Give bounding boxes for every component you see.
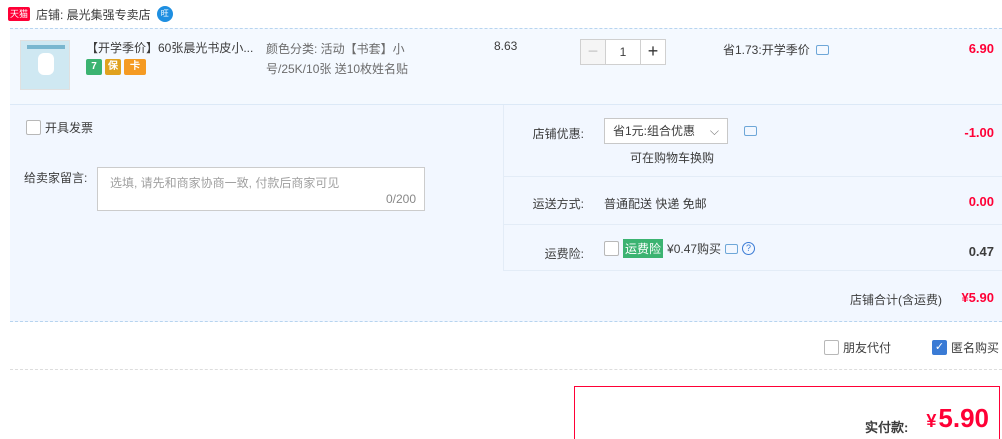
shop-discount-note[interactable]: 可在购物车换购 <box>630 149 714 166</box>
insurance-tag: 运费险 <box>623 239 664 258</box>
quantity-increase-button[interactable]: + <box>640 39 666 65</box>
service-icons: 7 保 卡 <box>86 59 146 75</box>
tmall-badge: 天猫 <box>8 7 31 21</box>
thumbnail-bunny-graphic <box>38 53 54 75</box>
seven-day-return-icon[interactable]: 7 <box>86 59 102 75</box>
shop-total-label: 店铺合计(含运费) <box>850 293 942 307</box>
thumbnail-band <box>27 45 65 49</box>
shipping-value: 0.00 <box>968 194 994 209</box>
sku-description: 颜色分类: 活动【书套】小号/25K/10张 送10枚姓名贴 <box>266 42 409 76</box>
item-subtotal: 6.90 <box>968 41 994 56</box>
order-left-pane: 开具发票 给卖家留言: 选填, 请先和商家协商一致, 付款后商家可见 0/200 <box>10 105 504 271</box>
quantity-stepper: − 1 + <box>580 39 666 65</box>
wangwang-chat-icon[interactable]: 旺 <box>156 6 173 22</box>
payment-summary: 实付款: ¥5.90 <box>574 386 1000 439</box>
insurance-value: 0.47 <box>968 244 994 259</box>
insurance-option[interactable]: 运费险 ¥0.47购买 ? <box>604 239 756 258</box>
payment-currency: ¥ <box>926 411 937 431</box>
unit-price: 8.63 <box>494 39 518 53</box>
shop-total-value: ¥5.90 <box>961 290 994 305</box>
shop-header: 天猫 店铺: 晨光集强专卖店 旺 <box>8 0 1002 28</box>
quantity-decrease-button[interactable]: − <box>580 39 606 65</box>
shipping-method: 普通配送 快递 免邮 <box>604 197 707 211</box>
shop-total-row: 店铺合计(含运费) ¥5.90 <box>10 271 1002 323</box>
shipping-row: 运送方式: 普通配送 快递 免邮 0.00 <box>504 177 1002 225</box>
item-discount-note: 省1.73:开学季价 <box>723 41 829 58</box>
help-icon[interactable]: ? <box>742 242 756 255</box>
payment-amount: ¥5.90 <box>926 403 989 434</box>
friend-pay-label: 朋友代付 <box>843 341 892 355</box>
insurance-checkbox[interactable] <box>604 241 619 256</box>
invoice-label: 开具发票 <box>45 121 94 135</box>
shop-name[interactable]: 店铺: 晨光集强专卖店 <box>36 6 151 23</box>
message-label: 给卖家留言: <box>24 171 88 185</box>
chevron-down-icon: ⌵ <box>709 124 719 138</box>
product-title[interactable]: 【开学季价】60张晨光书皮小... <box>86 39 256 56</box>
order-details: 开具发票 给卖家留言: 选填, 请先和商家协商一致, 付款后商家可见 0/200… <box>10 104 1002 322</box>
invoice-option[interactable]: 开具发票 <box>26 119 93 136</box>
quantity-input[interactable]: 1 <box>606 39 640 65</box>
shipping-label: 运送方式: <box>532 197 584 211</box>
product-thumbnail[interactable] <box>20 40 70 90</box>
purchase-options: 朋友代付 ✓ 匿名购买 <box>10 330 1002 370</box>
comment-icon[interactable] <box>725 243 739 254</box>
credit-card-icon[interactable]: 卡 <box>124 59 146 75</box>
message-char-count: 0/200 <box>385 192 416 206</box>
shop-discount-row: 店铺优惠: 省1元:组合优惠 ⌵ 可在购物车换购 -1.00 <box>504 105 1002 177</box>
shop-discount-selected: 省1元:组合优惠 <box>613 124 696 138</box>
comment-icon[interactable] <box>815 44 829 55</box>
item-discount-text: 省1.73:开学季价 <box>723 43 810 57</box>
item-row: 【开学季价】60张晨光书皮小... 7 保 卡 颜色分类: 活动【书套】小号/2… <box>10 28 1002 104</box>
shop-discount-select[interactable]: 省1元:组合优惠 ⌵ <box>604 118 728 144</box>
guarantee-icon[interactable]: 保 <box>105 59 121 75</box>
payment-label: 实付款: <box>865 420 909 435</box>
anonymous-label: 匿名购买 <box>951 341 1000 355</box>
anonymous-checkbox[interactable]: ✓ <box>932 340 947 355</box>
payment-amount-value: 5.90 <box>938 403 989 433</box>
anonymous-purchase-option[interactable]: ✓ 匿名购买 <box>932 339 999 356</box>
shipping-insurance-row: 运费险: 运费险 ¥0.47购买 ? 0.47 <box>504 225 1002 271</box>
friend-pay-option[interactable]: 朋友代付 <box>824 339 891 356</box>
insurance-label: 运费险: <box>544 247 584 261</box>
shop-discount-label: 店铺优惠: <box>532 127 584 141</box>
shop-discount-value: -1.00 <box>964 125 994 140</box>
invoice-checkbox[interactable] <box>26 120 41 135</box>
message-textarea[interactable]: 选填, 请先和商家协商一致, 付款后商家可见 0/200 <box>97 167 425 211</box>
friend-pay-checkbox[interactable] <box>824 340 839 355</box>
insurance-price: ¥0.47购买 <box>667 242 722 256</box>
message-placeholder: 选填, 请先和商家协商一致, 付款后商家可见 <box>110 176 340 190</box>
comment-icon[interactable] <box>744 126 757 136</box>
